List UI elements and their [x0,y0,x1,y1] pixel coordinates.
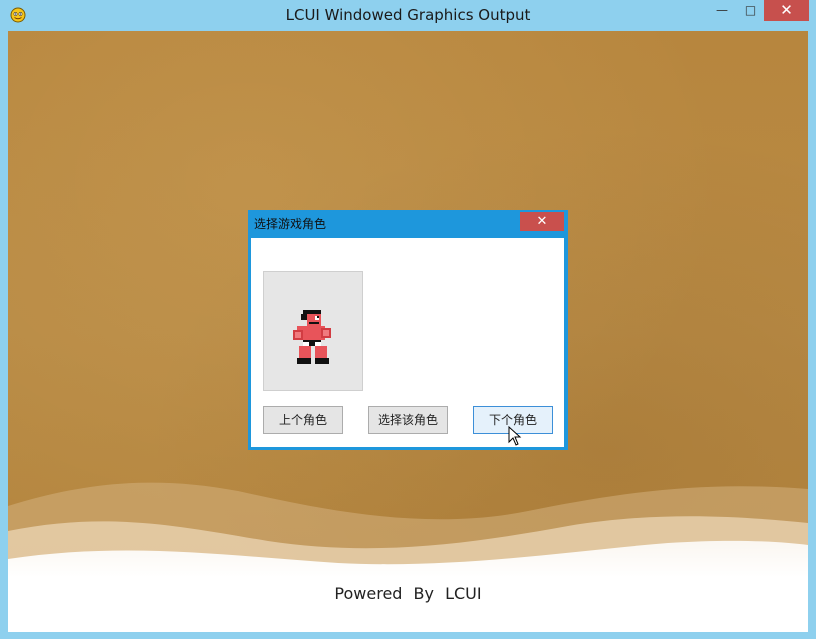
close-button[interactable]: ✕ [764,0,809,21]
minimize-icon: — [716,3,728,17]
wave-decoration [8,482,808,632]
close-icon: ✕ [780,1,793,19]
previous-character-button[interactable]: 上个角色 [263,406,343,434]
powered-by-text: Powered By LCUI [334,584,482,603]
maximize-button[interactable]: □ [737,0,764,21]
dialog-body: 上个角色 选择该角色 下个角色 [251,238,564,447]
character-preview [263,271,363,391]
dialog-title: 选择游戏角色 [254,217,327,231]
character-select-dialog: 选择游戏角色 ✕ 上个角色 选择该角色 下个角色 [248,210,568,450]
minimize-button[interactable]: — [705,0,739,21]
mouse-cursor-icon [508,426,522,446]
dialog-close-button[interactable]: ✕ [520,212,564,231]
window-title: LCUI Windowed Graphics Output [285,6,531,24]
boxer-sprite-icon [293,310,331,364]
title-bar[interactable]: LCUI Windowed Graphics Output — □ ✕ [0,0,816,31]
select-character-button[interactable]: 选择该角色 [368,406,448,434]
maximize-icon: □ [744,3,757,17]
main-window: LCUI Windowed Graphics Output — □ ✕ Powe… [0,0,816,639]
close-icon: ✕ [536,214,548,229]
